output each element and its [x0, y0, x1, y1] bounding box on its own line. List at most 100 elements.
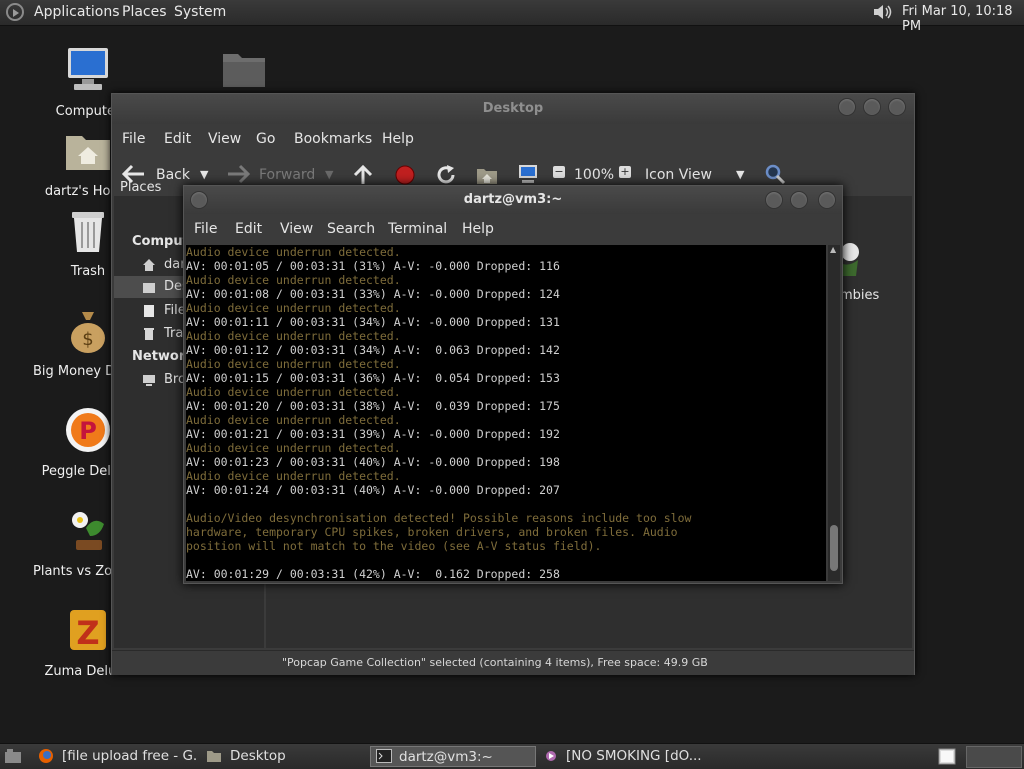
taskbar-item-media-player[interactable]: [NO SMOKING [dO...: [542, 746, 712, 767]
minimize-button[interactable]: [765, 191, 783, 209]
home-icon[interactable]: [476, 164, 498, 186]
terminal-line: Audio/Video desynchronisation detected! …: [186, 511, 692, 525]
terminal-scrollbar[interactable]: ▲: [828, 245, 840, 581]
desktop-icon: [143, 283, 155, 293]
zoom-out-icon[interactable]: −: [553, 166, 565, 178]
terminal-line: Audio device underrun detected.: [186, 441, 401, 455]
status-text: "Popcap Game Collection" selected (conta…: [282, 656, 708, 669]
terminal-line: AV: 00:01:15 / 00:03:31 (36%) A-V: 0.054…: [186, 371, 560, 385]
taskbar-label: [file upload free - G...: [62, 748, 196, 764]
fm-menu-help[interactable]: Help: [382, 131, 414, 147]
file-manager-icon: [207, 751, 221, 762]
terminal-line: Audio device underrun detected.: [186, 385, 401, 399]
forward-dropdown-icon[interactable]: ▼: [325, 168, 333, 181]
volume-icon[interactable]: [872, 4, 894, 20]
money-bag-icon: $: [71, 312, 105, 353]
file-icon: [144, 305, 154, 317]
trash-icon: [72, 212, 104, 252]
up-arrow-icon[interactable]: [352, 164, 374, 186]
home-icon: [143, 259, 155, 271]
terminal-menu-edit[interactable]: Edit: [235, 221, 262, 237]
terminal-output[interactable]: Audio device underrun detected. AV: 00:01…: [186, 245, 826, 581]
workspace-pager[interactable]: [966, 746, 1022, 768]
terminal-menu-terminal[interactable]: Terminal: [388, 221, 447, 237]
system-menu[interactable]: System: [174, 4, 226, 20]
home-folder-icon: [66, 136, 110, 170]
terminal-menu-help[interactable]: Help: [462, 221, 494, 237]
show-desktop-icon[interactable]: [4, 748, 22, 764]
fm-menubar: File Edit View Go Bookmarks Help: [112, 131, 912, 151]
scrollbar-thumb[interactable]: [830, 525, 838, 571]
back-dropdown-icon[interactable]: ▼: [200, 168, 208, 181]
minimize-button[interactable]: [838, 98, 856, 116]
applications-menu[interactable]: Applications: [34, 4, 120, 20]
taskbar-label: Desktop: [230, 748, 286, 764]
clock[interactable]: Fri Mar 10, 10:18 PM: [902, 4, 1024, 34]
terminal-line: Audio device underrun detected.: [186, 329, 401, 343]
terminal-icon: [376, 749, 392, 763]
terminal-menu-view[interactable]: View: [280, 221, 313, 237]
taskbar-label: dartz@vm3:~: [399, 749, 493, 765]
terminal-title: dartz@vm3:~: [463, 192, 563, 207]
terminal-line: AV: 00:01:11 / 00:03:31 (34%) A-V: -0.00…: [186, 315, 560, 329]
zoom-level: 100%: [574, 167, 615, 183]
zuma-icon: Z: [70, 610, 106, 652]
sidebar-title[interactable]: Places: [120, 180, 161, 195]
svg-text:Z: Z: [76, 614, 99, 652]
fm-titlebar[interactable]: Desktop: [112, 94, 914, 124]
terminal-line: Audio device underrun detected.: [186, 357, 401, 371]
terminal-line: Audio device underrun detected.: [186, 245, 401, 259]
terminal-line: hardware, temporary CPU spikes, broken d…: [186, 525, 678, 539]
terminal-menu-file[interactable]: File: [194, 221, 217, 237]
fm-menu-file[interactable]: File: [122, 131, 145, 147]
terminal-titlebar[interactable]: dartz@vm3:~: [184, 186, 842, 214]
view-mode-select[interactable]: Icon View: [645, 167, 712, 183]
view-mode-dropdown-icon[interactable]: ▼: [736, 168, 744, 181]
firefox-icon: [39, 749, 53, 763]
svg-text:P: P: [79, 417, 97, 445]
places-menu[interactable]: Places: [122, 4, 167, 20]
zoom-in-icon[interactable]: +: [619, 166, 631, 178]
maximize-button[interactable]: [863, 98, 881, 116]
reload-icon[interactable]: [435, 164, 457, 186]
fm-menu-go[interactable]: Go: [256, 131, 275, 147]
scroll-up-icon[interactable]: ▲: [830, 245, 836, 254]
trash-icon: [144, 328, 154, 340]
computer-icon: [68, 48, 108, 90]
terminal-line: Audio device underrun detected.: [186, 469, 401, 483]
fm-menu-bookmarks[interactable]: Bookmarks: [294, 131, 372, 147]
terminal-line: Audio device underrun detected.: [186, 301, 401, 315]
search-icon[interactable]: [764, 163, 786, 185]
terminal-line: AV: 00:01:05 / 00:03:31 (31%) A-V: -0.00…: [186, 259, 560, 273]
forward-arrow-icon: [228, 164, 250, 184]
fm-statusbar: "Popcap Game Collection" selected (conta…: [112, 650, 914, 675]
taskbar-item-desktop[interactable]: Desktop: [204, 746, 364, 767]
forward-button[interactable]: Forward: [259, 167, 315, 183]
terminal-window: dartz@vm3:~ File Edit View Search Termin…: [183, 185, 843, 584]
fm-title: Desktop: [482, 101, 544, 116]
stop-icon[interactable]: [394, 164, 416, 186]
fm-menu-edit[interactable]: Edit: [164, 131, 191, 147]
computer-icon[interactable]: [517, 163, 539, 185]
terminal-line: AV: 00:01:21 / 00:03:31 (39%) A-V: -0.00…: [186, 427, 560, 441]
media-player-icon: [546, 751, 556, 761]
folder-icon[interactable]: [222, 50, 266, 88]
plants-icon: [72, 512, 104, 550]
maximize-button[interactable]: [790, 191, 808, 209]
fm-menu-view[interactable]: View: [208, 131, 241, 147]
terminal-line: AV: 00:01:29 / 00:03:31 (42%) A-V: 0.162…: [186, 567, 560, 581]
top-panel: Applications Places System Fri Mar 10, 1…: [0, 0, 1024, 34]
close-button[interactable]: [818, 191, 836, 209]
peggle-icon: P: [66, 408, 110, 452]
taskbar-item-terminal[interactable]: dartz@vm3:~: [370, 746, 536, 767]
gnome-foot-icon[interactable]: [6, 3, 24, 21]
taskbar-item-firefox[interactable]: [file upload free - G...: [36, 746, 196, 767]
terminal-menu-search[interactable]: Search: [327, 221, 375, 237]
terminal-line: AV: 00:01:24 / 00:03:31 (40%) A-V: -0.00…: [186, 483, 560, 497]
svg-text:$: $: [82, 329, 93, 350]
network-icon: [143, 375, 155, 386]
workspace-switcher-icon[interactable]: [938, 748, 956, 765]
close-button[interactable]: [888, 98, 906, 116]
